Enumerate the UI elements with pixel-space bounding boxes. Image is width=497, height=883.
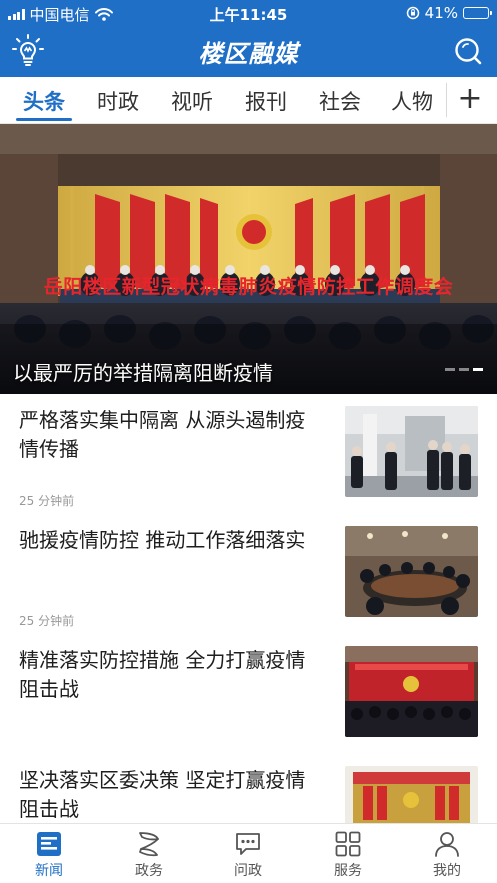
status-bar: 中国电信 上午11:45 41% <box>0 0 497 26</box>
grid-icon <box>335 831 361 857</box>
news-time: 25 分钟前 <box>19 614 75 628</box>
news-thumbnail <box>345 646 478 737</box>
news-title: 坚决落实区委决策 坚定打赢疫情阻击战 <box>19 768 306 821</box>
nav-label: 新闻 <box>35 863 63 879</box>
nav-label: 我的 <box>433 863 461 879</box>
tab-society[interactable]: 社会 <box>316 86 364 116</box>
carousel-indicator <box>445 368 483 371</box>
nav-label: 服务 <box>334 863 362 879</box>
news-title: 严格落实集中隔离 从源头遏制疫情传播 <box>19 408 306 461</box>
nav-profile[interactable]: 我的 <box>412 830 482 880</box>
battery-icon <box>463 7 492 19</box>
bottom-nav: 新闻 政务 问政 服务 我的 <box>0 823 497 883</box>
rotation-lock-icon <box>406 6 419 20</box>
category-tabs: 头条 时政 视听 报刊 社会 人物 + <box>0 77 497 124</box>
nav-services[interactable]: 服务 <box>313 830 383 880</box>
news-item[interactable]: 驰援疫情防控 推动工作落细落实 25 分钟前 <box>0 526 497 646</box>
hero-banner-text: 岳阳楼区新型冠状病毒肺炎疫情防控工作调度会 <box>43 276 454 298</box>
app-bar: 楼区融媒 <box>0 26 497 77</box>
hero-caption: 以最严厉的举措隔离阻断疫情 <box>13 361 273 385</box>
nav-label: 政务 <box>135 863 163 879</box>
carousel-dot <box>459 368 469 371</box>
status-right: 41% <box>406 4 492 22</box>
news-time: 25 分钟前 <box>19 494 75 508</box>
user-icon <box>435 832 459 857</box>
hero-carousel[interactable]: 岳阳楼区新型冠状病毒肺炎疫情防控工作调度会 以最严厉的举措隔离阻断疫情 <box>0 124 497 394</box>
tab-video[interactable]: 视听 <box>168 86 216 116</box>
active-tab-indicator <box>16 118 72 121</box>
top-header: 中国电信 上午11:45 41% 楼区融媒 <box>0 0 497 77</box>
tab-people[interactable]: 人物 <box>388 86 436 116</box>
app-title: 楼区融媒 <box>198 39 299 68</box>
carousel-dot-active <box>473 368 483 371</box>
battery-percent: 41% <box>424 4 458 22</box>
carousel-dot <box>445 368 455 371</box>
tab-newspaper[interactable]: 报刊 <box>242 86 290 116</box>
nav-news[interactable]: 新闻 <box>14 830 84 880</box>
nav-inquiry[interactable]: 问政 <box>213 830 283 880</box>
news-icon <box>37 832 61 856</box>
news-title: 精准落实防控措施 全力打赢疫情阻击战 <box>19 648 306 701</box>
tab-headlines[interactable]: 头条 <box>20 86 68 116</box>
search-icon[interactable] <box>453 36 483 66</box>
news-item[interactable]: 严格落实集中隔离 从源头遏制疫情传播 25 分钟前 <box>0 406 497 526</box>
hero-image <box>0 124 497 394</box>
chat-icon <box>236 833 260 855</box>
news-thumbnail <box>345 526 478 617</box>
nav-label: 问政 <box>234 863 262 879</box>
government-icon <box>139 832 159 857</box>
tabs-divider <box>439 83 447 117</box>
tab-politics[interactable]: 时政 <box>94 86 142 116</box>
news-title: 驰援疫情防控 推动工作落细落实 <box>19 528 306 552</box>
news-item[interactable]: 精准落实防控措施 全力打赢疫情阻击战 <box>0 646 497 766</box>
news-thumbnail <box>345 406 478 497</box>
add-tab-button[interactable]: + <box>457 81 483 116</box>
nav-government[interactable]: 政务 <box>114 830 184 880</box>
